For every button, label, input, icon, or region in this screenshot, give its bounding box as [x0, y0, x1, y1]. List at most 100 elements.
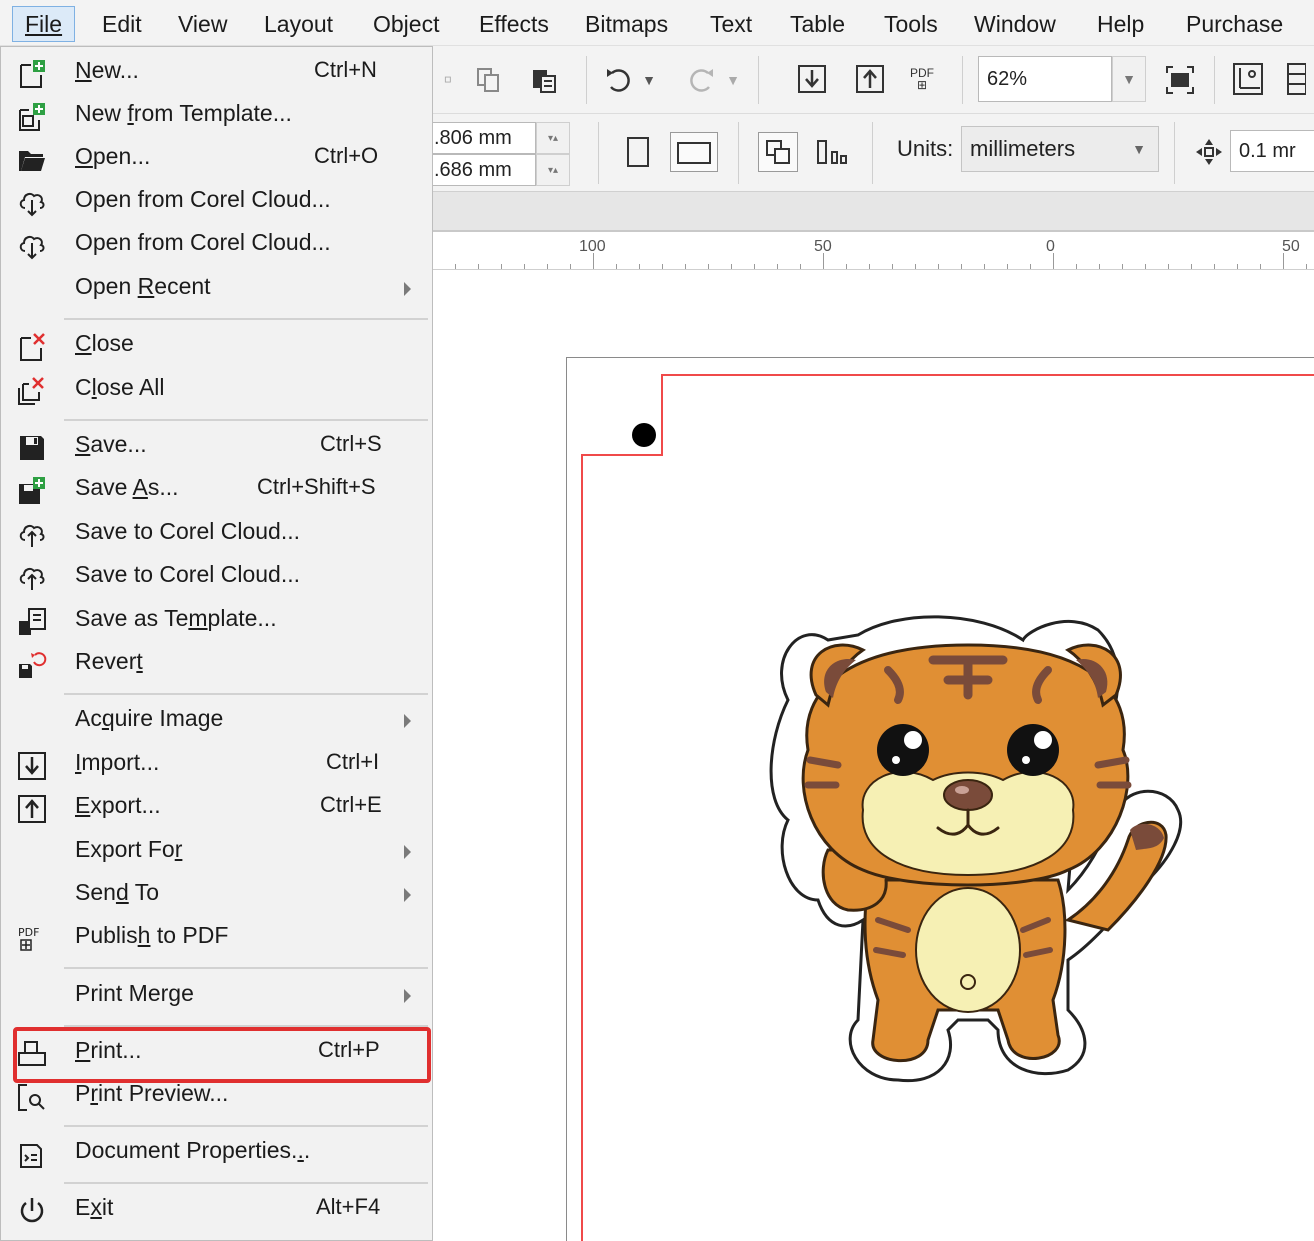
ruler-tick: [938, 264, 939, 269]
ruler-label: 50: [1282, 238, 1300, 255]
units-value: millimeters: [970, 136, 1076, 161]
menu-item-label: New...: [75, 57, 139, 83]
import-icon: [14, 748, 50, 784]
menu-item-open-recent[interactable]: Open Recent: [0, 268, 431, 311]
ruler-tick: [892, 264, 893, 269]
menu-item-save-to-corel-cloud[interactable]: Save to Corel Cloud...: [0, 556, 431, 599]
menu-item-close-all[interactable]: Close All: [0, 369, 431, 412]
copy-icon[interactable]: [470, 62, 506, 98]
menu-item-save[interactable]: Save... Ctrl+S: [0, 426, 431, 469]
zoom-level-input[interactable]: 62%: [978, 56, 1112, 102]
ruler-tick: [593, 253, 594, 269]
menu-item-label: Acquire Image: [75, 705, 224, 731]
menu-item-open-from-corel-cloud[interactable]: Open from Corel Cloud...: [0, 224, 431, 267]
menu-item-acquire-image[interactable]: Acquire Image: [0, 700, 431, 743]
menu-item-document-properties[interactable]: Document Properties...: [0, 1132, 431, 1175]
menu-item-publish-to-pdf[interactable]: PDF Publish to PDF: [0, 917, 431, 960]
menu-purchase[interactable]: Purchase: [1186, 8, 1283, 40]
redo-icon[interactable]: [684, 60, 720, 100]
menu-help[interactable]: Help: [1097, 8, 1144, 40]
menu-item-close[interactable]: Close: [0, 325, 431, 368]
copy-icon[interactable]: ▫: [438, 62, 458, 98]
menu-object[interactable]: Object: [373, 8, 439, 40]
ruler-tick: [1168, 264, 1169, 269]
portrait-orientation-icon[interactable]: [620, 132, 656, 172]
tiger-sticker-image[interactable]: [768, 600, 1188, 1090]
save-icon: [14, 430, 50, 466]
menu-separator: [64, 1182, 428, 1184]
ruler-tick: [846, 264, 847, 269]
menu-item-label: Print Merge: [75, 980, 194, 1006]
export-icon[interactable]: [852, 60, 888, 98]
import-icon[interactable]: [794, 60, 830, 98]
menu-view[interactable]: View: [178, 8, 227, 40]
menu-item-save-to-corel-cloud[interactable]: Save to Corel Cloud...: [0, 513, 431, 556]
ruler-tick: [547, 264, 548, 269]
menu-item-label: Import...: [75, 749, 160, 775]
menu-item-shortcut: Ctrl+Shift+S: [257, 474, 376, 499]
export-icon: [14, 791, 50, 827]
submenu-arrow-icon: [404, 714, 411, 728]
units-label: Units:: [897, 136, 954, 161]
menu-item-export[interactable]: Export... Ctrl+E: [0, 787, 431, 830]
menu-item-send-to[interactable]: Send To: [0, 874, 431, 917]
menu-bitmaps[interactable]: Bitmaps: [585, 8, 668, 40]
menu-separator: [64, 318, 428, 320]
current-page-icon[interactable]: [812, 132, 852, 172]
all-pages-icon[interactable]: [758, 132, 798, 172]
rulers-options-icon[interactable]: [1228, 58, 1268, 100]
menu-item-print-merge[interactable]: Print Merge: [0, 975, 431, 1018]
save-as-icon: [14, 473, 50, 509]
menu-edit[interactable]: Edit: [102, 8, 142, 40]
grid-options-icon[interactable]: [1278, 58, 1314, 100]
menu-tools[interactable]: Tools: [884, 8, 938, 40]
menu-item-save-as[interactable]: Save As... Ctrl+Shift+S: [0, 469, 431, 512]
nudge-distance-field[interactable]: 0.1 mr: [1230, 130, 1314, 172]
landscape-orientation-icon[interactable]: [670, 132, 718, 172]
drawing-canvas[interactable]: [432, 270, 1314, 1241]
ruler-tick: [984, 264, 985, 269]
menu-item-label: Close: [75, 330, 134, 356]
menu-item-open[interactable]: Open... Ctrl+O: [0, 138, 431, 181]
menu-file[interactable]: File: [12, 6, 76, 42]
submenu-arrow-icon: [404, 282, 411, 296]
menu-table[interactable]: Table: [790, 8, 845, 40]
power-icon: [14, 1193, 50, 1229]
menu-item-label: Save As...: [75, 474, 179, 500]
undo-icon[interactable]: [600, 60, 636, 100]
zoom-to-page-icon[interactable]: [1160, 60, 1200, 100]
menu-layout[interactable]: Layout: [264, 8, 333, 40]
submenu-arrow-icon: [404, 888, 411, 902]
publish-pdf-icon[interactable]: PDF ⊞: [904, 60, 940, 98]
undo-dropdown-icon[interactable]: ▼: [640, 68, 658, 92]
position-y-spinner[interactable]: ▾▴: [536, 154, 570, 186]
paste-icon[interactable]: [526, 62, 562, 98]
menu-window[interactable]: Window: [974, 8, 1056, 40]
redo-dropdown-icon[interactable]: ▼: [724, 68, 742, 92]
menu-item-import[interactable]: Import... Ctrl+I: [0, 744, 431, 787]
ruler-tick: [616, 264, 617, 269]
menu-item-new-from-template[interactable]: New from Template...: [0, 95, 431, 138]
menu-item-label: Export For: [75, 836, 183, 862]
menu-item-label: Export...: [75, 792, 161, 818]
nudge-distance-icon: [1192, 134, 1226, 170]
position-x-field[interactable]: .806 mm: [432, 122, 536, 154]
menu-item-revert[interactable]: Revert: [0, 643, 431, 686]
menu-item-save-as-template[interactable]: Save as Template...: [0, 600, 431, 643]
ruler-tick: [1145, 264, 1146, 269]
menu-item-exit[interactable]: Exit Alt+F4: [0, 1189, 431, 1232]
menu-effects[interactable]: Effects: [479, 8, 549, 40]
document-properties-icon: [14, 1136, 50, 1172]
menu-bar: File Edit View Layout Object Effects Bit…: [0, 0, 1314, 46]
position-y-field[interactable]: .686 mm: [432, 154, 536, 186]
zoom-dropdown-icon[interactable]: ▼: [1112, 56, 1146, 102]
menu-item-export-for[interactable]: Export For: [0, 831, 431, 874]
menu-text[interactable]: Text: [710, 8, 752, 40]
menu-item-new[interactable]: New... Ctrl+N: [0, 52, 431, 95]
units-dropdown[interactable]: millimeters ▼: [961, 126, 1159, 172]
position-x-spinner[interactable]: ▾▴: [536, 122, 570, 154]
menu-item-label: Document Properties...: [75, 1137, 311, 1163]
print-preview-icon: [14, 1079, 50, 1115]
ruler-tick: [800, 264, 801, 269]
menu-item-open-from-corel-cloud[interactable]: Open from Corel Cloud...: [0, 181, 431, 224]
